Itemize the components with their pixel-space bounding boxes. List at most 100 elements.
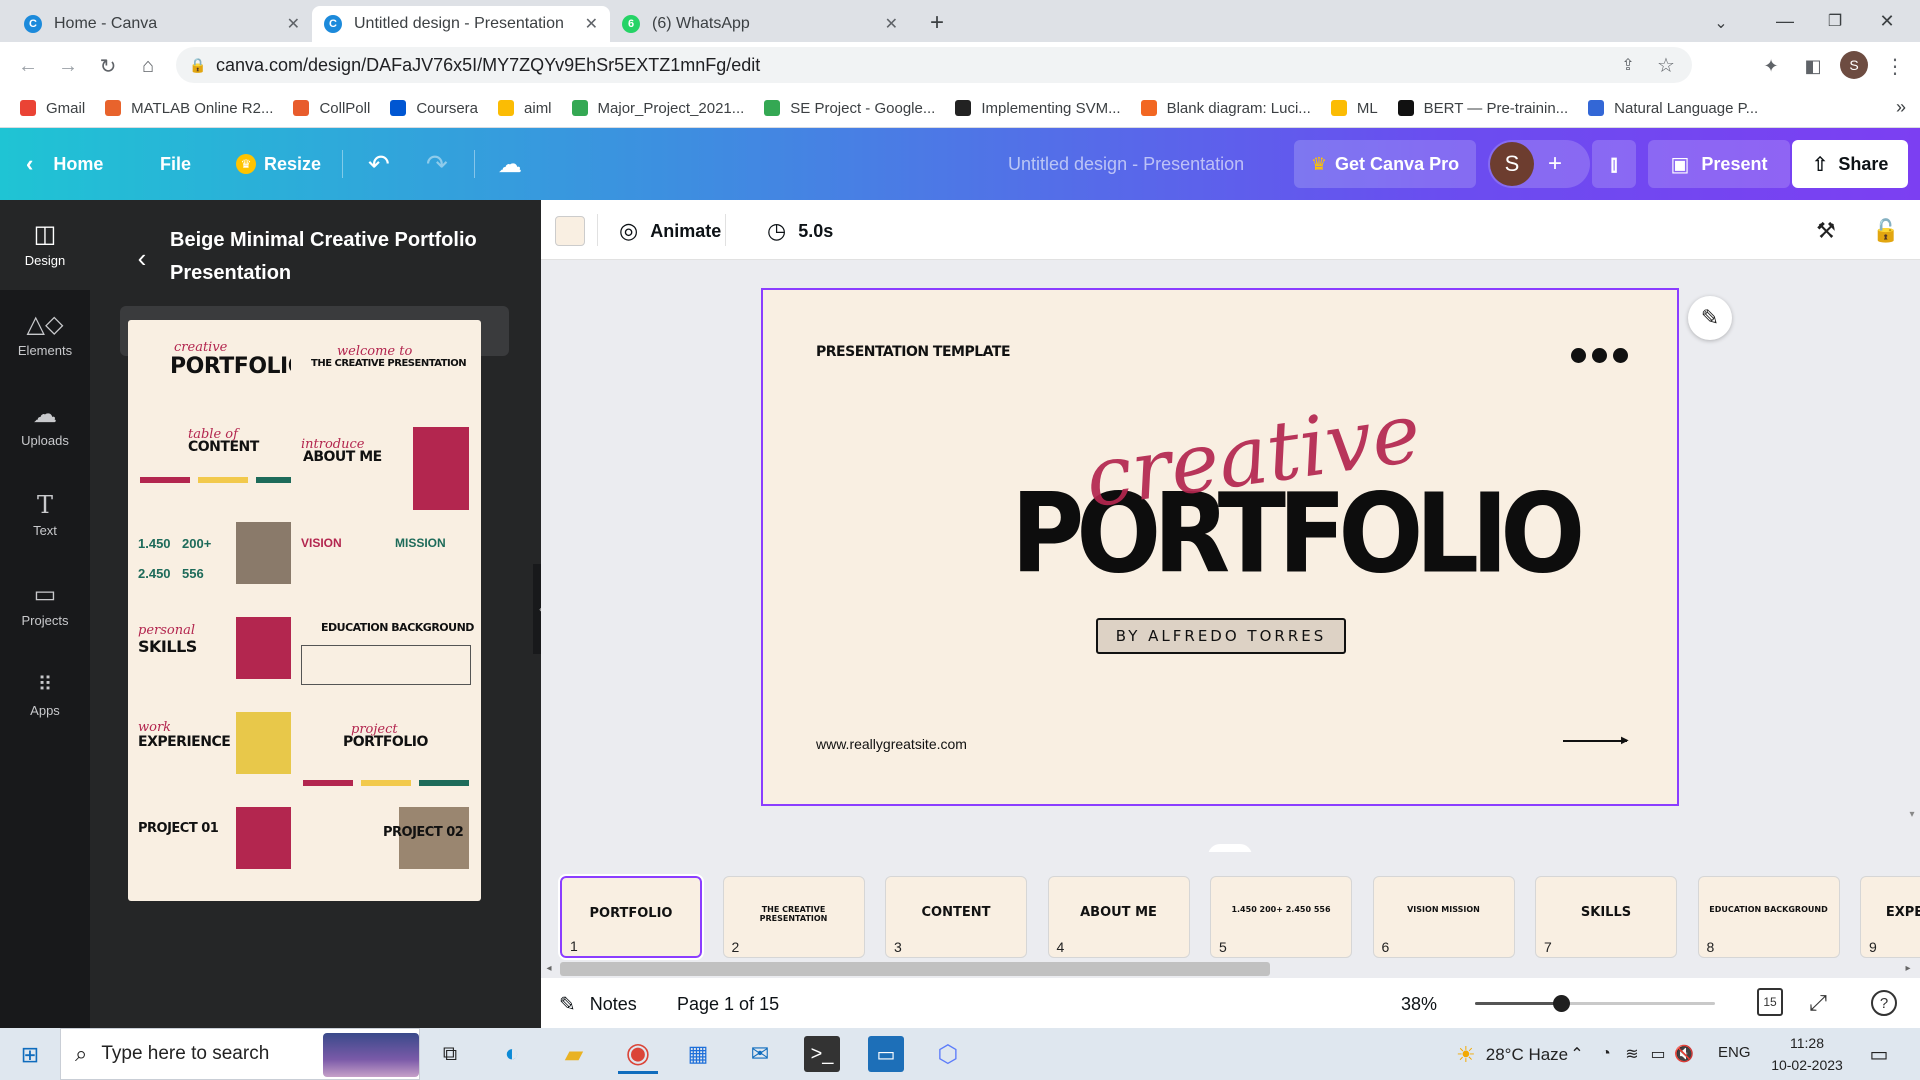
tab-search-icon[interactable]: ⌄	[1706, 8, 1736, 38]
redo-icon[interactable]: ↷	[426, 128, 448, 200]
page-thumbnail[interactable]: THE CREATIVE PRESENTATION 2	[722, 876, 865, 958]
page-thumbnail[interactable]: CONTENT 3	[885, 876, 1027, 958]
page-thumbnail[interactable]: EXPERIENCE 9	[1860, 876, 1920, 958]
add-comment-icon[interactable]: ✎	[1688, 296, 1732, 340]
close-icon[interactable]: ✕	[885, 14, 898, 34]
slide-canvas[interactable]: PRESENTATION TEMPLATE PORTFOLIO creative…	[761, 288, 1679, 806]
bookmark-item[interactable]: SE Project - Google...	[764, 100, 935, 117]
get-canva-pro-button[interactable]: ♛ Get Canva Pro	[1294, 140, 1476, 188]
template-thumbnail[interactable]: table of CONTENT	[128, 415, 318, 521]
template-thumbnail[interactable]: welcome to THE CREATIVE PRESENTATION	[291, 320, 481, 426]
browser-tab-home[interactable]: C Home - Canva ✕	[12, 6, 312, 42]
page-thumbnail[interactable]: EDUCATION BACKGROUND 8	[1697, 876, 1840, 958]
weather-widget[interactable]: ☀ 28°C Haze	[1456, 1042, 1568, 1068]
bookmark-item[interactable]: Blank diagram: Luci...	[1140, 100, 1311, 117]
resize-button[interactable]: ♛ Resize	[236, 128, 321, 200]
file-menu-button[interactable]: File	[160, 128, 191, 200]
forward-arrow-icon[interactable]: →	[52, 50, 84, 82]
network-icon[interactable]: ◔	[1594, 1042, 1618, 1066]
page-thumbnail[interactable]: 1.450 200+ 2.450 556 5	[1210, 876, 1352, 958]
arrow-line-icon[interactable]	[1563, 740, 1627, 742]
slide-label[interactable]: PRESENTATION TEMPLATE	[816, 344, 1011, 360]
page-thumbnail[interactable]: SKILLS 7	[1535, 876, 1677, 958]
template-thumbnail[interactable]: personal SKILLS	[128, 605, 318, 711]
bookmark-star-icon[interactable]: ☆	[1654, 53, 1678, 77]
app-hex-icon[interactable]: ⬡	[930, 1036, 966, 1072]
rail-uploads[interactable]: ☁ Uploads	[0, 380, 90, 470]
duration-button[interactable]: ◷ 5.0s	[767, 216, 833, 246]
cloud-saved-icon[interactable]: ☁	[498, 128, 522, 200]
volume-muted-icon[interactable]: 🔇	[1672, 1042, 1696, 1066]
bookmark-item[interactable]: Natural Language P...	[1588, 100, 1758, 117]
share-button[interactable]: ⇧ Share	[1792, 140, 1908, 188]
reload-icon[interactable]: ↻	[92, 50, 124, 82]
share-page-icon[interactable]: ⇪	[1616, 53, 1640, 77]
zoom-percent[interactable]: 38%	[1401, 994, 1437, 1015]
template-thumbnail[interactable]: creative PORTFOLIO	[128, 320, 318, 426]
address-bar[interactable]: 🔒 canva.com/design/DAFaJV76x5I/MY7ZQYv9E…	[176, 47, 1692, 83]
scroll-left-icon[interactable]: ◂	[543, 960, 555, 976]
page-thumbnail[interactable]: PORTFOLIO 1	[558, 874, 704, 960]
more-bookmarks-icon[interactable]: »	[1896, 97, 1906, 118]
bookmark-item[interactable]: ML	[1330, 100, 1378, 117]
rail-design[interactable]: ◫ Design	[0, 200, 90, 290]
zoom-slider-handle[interactable]	[1553, 995, 1570, 1012]
present-button[interactable]: ▣ Present	[1648, 140, 1790, 188]
lock-icon[interactable]: 🔒	[188, 55, 208, 75]
template-thumbnail[interactable]: introduce ABOUT ME	[291, 415, 481, 521]
add-collaborator-button[interactable]: +	[1548, 150, 1562, 178]
page-thumbnail[interactable]: ABOUT ME 4	[1047, 876, 1190, 958]
wifi-icon[interactable]: ≋	[1620, 1042, 1644, 1066]
language-indicator[interactable]: ENG	[1718, 1044, 1751, 1061]
rail-apps[interactable]: ⠿ Apps	[0, 650, 90, 740]
taskbar-search-box[interactable]: ⌕ Type here to search	[60, 1028, 420, 1080]
task-view-icon[interactable]: ⧉	[432, 1038, 468, 1070]
tray-chevron-icon[interactable]: ⌃	[1566, 1042, 1588, 1066]
template-thumbnail[interactable]: PROJECT 01	[128, 795, 318, 901]
back-chevron-icon[interactable]: ‹	[132, 243, 152, 273]
remote-desktop-icon[interactable]: ▭	[868, 1036, 904, 1072]
scroll-right-icon[interactable]: ▸	[1902, 960, 1914, 976]
maximize-button[interactable]: ❐	[1810, 4, 1860, 38]
undo-icon[interactable]: ↶	[368, 128, 390, 200]
bookmark-item[interactable]: Gmail	[20, 100, 85, 117]
analytics-icon[interactable]: ⫾	[1592, 140, 1636, 188]
filmstrip-scrollbar[interactable]	[560, 962, 1270, 976]
rail-text[interactable]: T Text	[0, 470, 90, 560]
bookmark-item[interactable]: MATLAB Online R2...	[105, 100, 273, 117]
notifications-icon[interactable]: ▭	[1864, 1040, 1894, 1068]
back-arrow-icon[interactable]: ←	[12, 50, 44, 82]
notes-button[interactable]: ✎ Notes	[559, 992, 637, 1017]
bookmark-item[interactable]: Implementing SVM...	[955, 100, 1121, 117]
browser-menu-icon[interactable]: ⋮	[1880, 51, 1910, 81]
template-thumbnail[interactable]: EDUCATION BACKGROUND	[291, 605, 481, 711]
bookmark-item[interactable]: aiml	[498, 100, 552, 117]
bookmark-item[interactable]: CollPoll	[293, 100, 370, 117]
scroll-down-icon[interactable]: ▾	[1906, 808, 1918, 820]
windows-start-icon[interactable]: ⊞	[12, 1040, 48, 1070]
browser-tab-presentation[interactable]: C Untitled design - Presentation ✕	[312, 6, 610, 42]
window-close-button[interactable]: ✕	[1862, 4, 1912, 38]
home-icon[interactable]: ⌂	[132, 50, 164, 82]
template-thumbnail[interactable]: work EXPERIENCE	[128, 700, 318, 806]
browser-tab-whatsapp[interactable]: 6 (6) WhatsApp ✕	[610, 6, 910, 42]
file-explorer-icon[interactable]: ▰	[556, 1036, 592, 1072]
minimize-button[interactable]: —	[1760, 4, 1810, 38]
lock-icon[interactable]: 🔓	[1869, 214, 1903, 248]
grid-view-button[interactable]: 15	[1757, 988, 1783, 1016]
mail-icon[interactable]: ✉	[742, 1036, 778, 1072]
page-indicator[interactable]: Page 1 of 15	[677, 994, 779, 1015]
chrome-icon[interactable]: ◉	[618, 1034, 658, 1074]
slide-website[interactable]: www.reallygreatsite.com	[816, 736, 967, 752]
zoom-slider[interactable]	[1475, 995, 1715, 1012]
document-title[interactable]: Untitled design - Presentation	[1008, 128, 1244, 200]
rail-projects[interactable]: ▭ Projects	[0, 560, 90, 650]
bookmark-item[interactable]: Coursera	[390, 100, 478, 117]
battery-icon[interactable]: ▭	[1646, 1042, 1670, 1066]
template-thumbnail[interactable]: VISION MISSION	[291, 510, 481, 616]
terminal-icon[interactable]: >_	[804, 1036, 840, 1072]
page-thumbnail[interactable]: VISION MISSION 6	[1372, 876, 1515, 958]
home-button[interactable]: ‹ Home	[26, 128, 103, 200]
slide-subtitle[interactable]: BY ALFREDO TORRES	[1096, 618, 1346, 654]
extensions-icon[interactable]: ✦	[1756, 51, 1786, 81]
